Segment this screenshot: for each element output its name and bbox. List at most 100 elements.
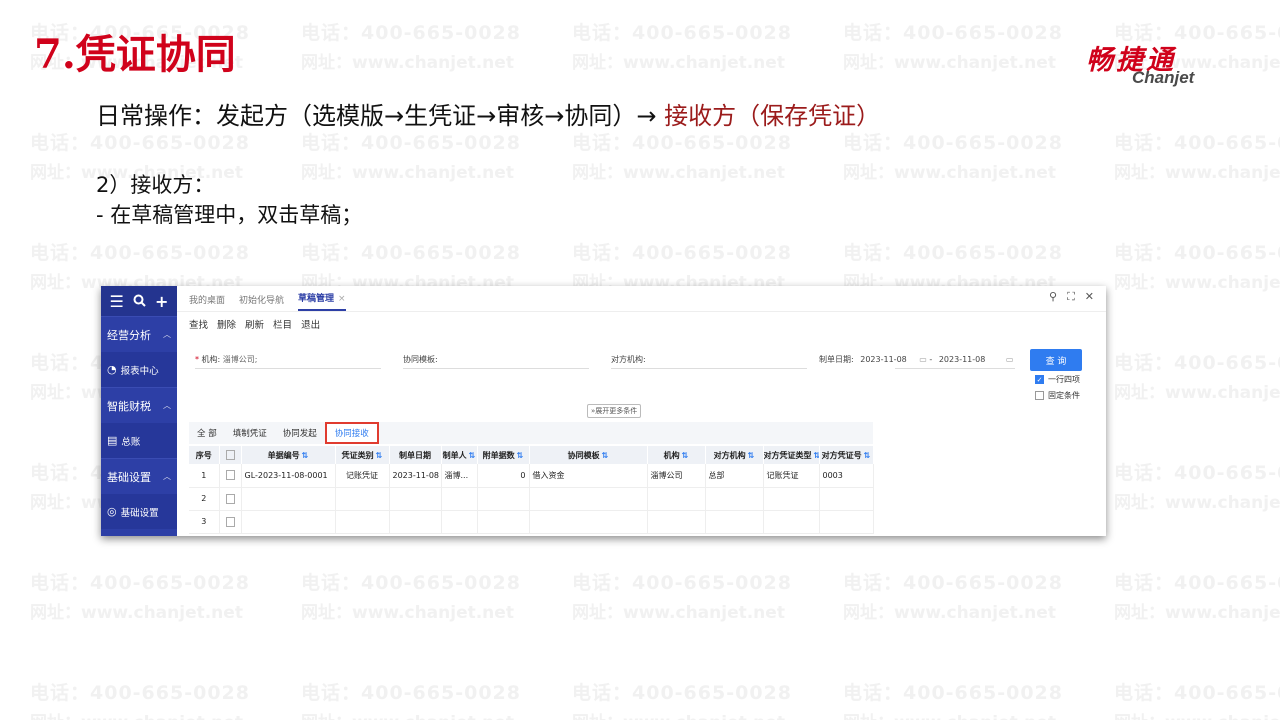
watermark-phone: 电话：400-665-0028 bbox=[843, 22, 1063, 44]
sidebar-item-label: 报表中心 bbox=[120, 365, 159, 377]
watermark-phone: 电话：400-665-0028 bbox=[572, 132, 792, 154]
col-header[interactable]: 制单日期 bbox=[389, 446, 442, 464]
draft-table: 序号 单据编号 ⇅ 凭证类别 ⇅ 制单日期 制单人 ⇅ 附单据数 ⇅ 协同模板 ⇅ 机构 ⇅… bbox=[189, 446, 874, 534]
watermark-site: 网址：www.chanjet.net bbox=[572, 708, 792, 720]
col-header-label: 机构 bbox=[663, 450, 680, 460]
row-checkbox[interactable] bbox=[219, 487, 242, 511]
calendar-icon[interactable]: ▭ bbox=[919, 355, 927, 364]
watermark-phone: 电话：400-665-0028 bbox=[572, 22, 792, 44]
table-row[interactable]: 2 bbox=[189, 487, 874, 511]
fixed-condition-checkbox[interactable]: 固定条件 bbox=[1035, 390, 1080, 401]
col-header[interactable]: 制单人 ⇅ bbox=[441, 446, 478, 464]
sort-icon: ⇅ bbox=[468, 450, 476, 460]
find-button[interactable]: 查找 bbox=[189, 317, 208, 331]
date-to[interactable]: 2023-11-08 bbox=[939, 355, 986, 364]
sidebar-item-label: 总账 bbox=[121, 436, 141, 448]
one-row-checkbox[interactable]: ✓ 一行四项 bbox=[1035, 374, 1080, 385]
sidebar-section-basic[interactable]: 基础设置 ︿ bbox=[101, 458, 177, 494]
col-header[interactable]: 对方凭证号 ⇅ bbox=[819, 446, 874, 464]
calendar-icon[interactable]: ▭ bbox=[1006, 355, 1014, 364]
subtab-all[interactable]: 全 部 bbox=[189, 422, 225, 444]
app-screenshot: ☰ + 经营分析 ︿ ◔ 报表中心 智能财税 ︿ ▤ 总账 基础设置 ︿ ◎ 基… bbox=[101, 286, 1106, 536]
watermark-tile: 电话：400-665-0028 网址：www.chanjet.net bbox=[843, 568, 1063, 628]
exit-button[interactable]: 退出 bbox=[301, 317, 320, 331]
columns-button[interactable]: 栏目 bbox=[273, 317, 292, 331]
menu-icon[interactable]: ☰ bbox=[110, 292, 124, 311]
watermark-site: 网址：www.chanjet.net bbox=[1114, 163, 1280, 183]
sidebar-section-finance[interactable]: 智能财税 ︿ bbox=[101, 387, 177, 423]
col-header-label: 制单人 bbox=[442, 450, 467, 460]
close-icon[interactable]: ✕ bbox=[1085, 290, 1094, 304]
fullscreen-icon[interactable]: ⛶ bbox=[1067, 290, 1075, 304]
watermark-tile: 电话：400-665-0028 网址：www.chanjet.net bbox=[30, 568, 250, 628]
counterparty-label: 对方机构: bbox=[611, 355, 646, 364]
cell-counter-voucher-no bbox=[819, 487, 874, 511]
col-header-label: 对方凭证类型 bbox=[763, 450, 812, 460]
tab-init-nav[interactable]: 初始化导航 bbox=[239, 293, 284, 311]
watermark-site: 网址：www.chanjet.net bbox=[301, 708, 521, 720]
tab-draft-management[interactable]: 草稿管理 × bbox=[298, 291, 346, 311]
checkbox-checked-icon: ✓ bbox=[1035, 375, 1044, 384]
watermark-site: 网址：www.chanjet.net bbox=[1114, 383, 1280, 403]
watermark-site: 网址：www.chanjet.net bbox=[572, 53, 785, 73]
watermark-phone: 电话：400-665-0028 bbox=[1114, 462, 1280, 484]
cell-org bbox=[647, 487, 706, 511]
expand-conditions-button[interactable]: »展开更多条件 bbox=[587, 404, 642, 418]
sidebar-section-analysis[interactable]: 经营分析 ︿ bbox=[101, 316, 177, 352]
sort-icon: ⇅ bbox=[301, 450, 309, 460]
col-header-label: 制单日期 bbox=[399, 450, 431, 460]
watermark-tile: 电话：400-665-0028 网址：www.chanjet.net bbox=[30, 678, 250, 720]
watermark-phone: 电话：400-665-0028 bbox=[1114, 682, 1280, 704]
cell-org bbox=[647, 510, 706, 534]
cell-org: 淄博公司 bbox=[647, 464, 706, 488]
sort-icon: ⇅ bbox=[516, 450, 524, 460]
col-header[interactable]: 机构 ⇅ bbox=[647, 446, 706, 464]
date-from[interactable]: 2023-11-08 bbox=[860, 355, 907, 364]
subtab-collab-received[interactable]: 协同接收 bbox=[324, 422, 379, 444]
tab-desktop[interactable]: 我的桌面 bbox=[189, 293, 225, 311]
query-button[interactable]: 查 询 bbox=[1030, 349, 1082, 371]
subtab-collab-initiated[interactable]: 协同发起 bbox=[275, 422, 325, 444]
cell-voucher-type: 记账凭证 bbox=[335, 464, 390, 488]
table-row[interactable]: 3 bbox=[189, 510, 874, 534]
ledger-icon: ▤ bbox=[107, 434, 118, 447]
subtab-fill-voucher[interactable]: 填制凭证 bbox=[225, 422, 275, 444]
template-filter[interactable]: 协同模板: bbox=[403, 354, 438, 365]
step-detail: - 在草稿管理中，双击草稿； bbox=[96, 203, 363, 227]
col-header[interactable]: 附单据数 ⇅ bbox=[477, 446, 530, 464]
watermark-site: 网址：www.chanjet.net bbox=[843, 53, 1056, 73]
watermark-site: 网址：www.chanjet.net bbox=[1114, 493, 1280, 513]
settings-icon: ◎ bbox=[107, 505, 117, 518]
col-header[interactable]: 凭证类别 ⇅ bbox=[335, 446, 390, 464]
sidebar-item-ledger[interactable]: ▤ 总账 bbox=[101, 423, 177, 458]
cell-attachments bbox=[477, 487, 530, 511]
delete-button[interactable]: 删除 bbox=[217, 317, 236, 331]
refresh-button[interactable]: 刷新 bbox=[245, 317, 264, 331]
close-icon[interactable]: × bbox=[338, 294, 346, 304]
watermark-phone: 电话：400-665-0028 bbox=[1114, 352, 1280, 374]
search-icon[interactable]: ⚲ bbox=[1049, 290, 1057, 304]
counterparty-field-line bbox=[611, 368, 807, 369]
row-checkbox[interactable] bbox=[219, 510, 242, 534]
counterparty-filter[interactable]: 对方机构: bbox=[611, 354, 646, 365]
table-row[interactable]: 1 GL-2023-11-08-0001 记账凭证 2023-11-08 淄博.… bbox=[189, 464, 874, 488]
org-filter[interactable]: * 机构: 淄博公司; bbox=[195, 354, 258, 365]
col-header[interactable]: 协同模板 ⇅ bbox=[529, 446, 648, 464]
sidebar-item-basic-settings[interactable]: ◎ 基础设置 bbox=[101, 494, 177, 529]
date-filter[interactable]: 制单日期: 2023-11-08 ▭ - 2023-11-08 ▭ bbox=[819, 354, 1013, 365]
cell-counter-voucher-type bbox=[763, 510, 820, 534]
watermark-tile: 电话：400-665-0028 网址：www.chanjet.net bbox=[1114, 238, 1280, 298]
cell-counter-voucher-type: 记账凭证 bbox=[763, 464, 820, 488]
search-icon[interactable] bbox=[133, 292, 146, 311]
watermark-tile: 电话：400-665-0028 网址：www.chanjet.net bbox=[572, 678, 792, 720]
watermark-site: 网址：www.chanjet.net bbox=[1114, 708, 1280, 720]
plus-icon[interactable]: + bbox=[155, 292, 168, 311]
col-header[interactable]: 单据编号 ⇅ bbox=[241, 446, 336, 464]
select-all-checkbox[interactable] bbox=[219, 446, 242, 464]
window-controls: ⚲ ⛶ ✕ bbox=[1049, 290, 1094, 304]
col-header[interactable]: 对方机构 ⇅ bbox=[705, 446, 764, 464]
col-header[interactable]: 对方凭证类型⇅ bbox=[763, 446, 820, 464]
watermark-site: 网址：www.chanjet.net bbox=[843, 603, 1056, 623]
row-checkbox[interactable] bbox=[219, 464, 242, 488]
sidebar-item-report-center[interactable]: ◔ 报表中心 bbox=[101, 352, 177, 387]
